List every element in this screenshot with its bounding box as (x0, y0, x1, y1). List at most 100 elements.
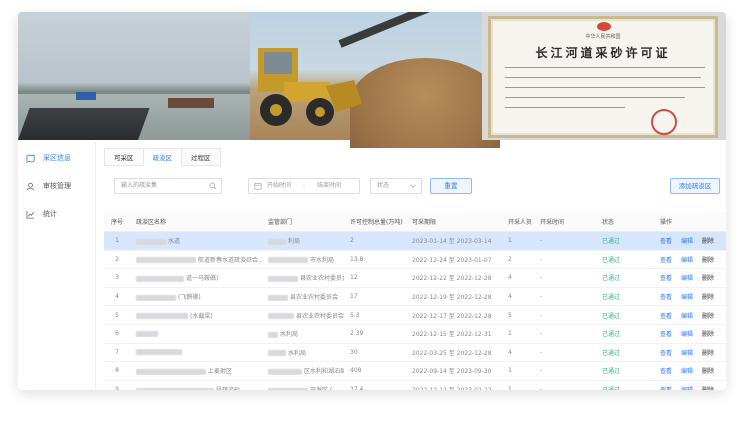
user-icon (26, 182, 35, 190)
view-button[interactable]: 查看 (660, 368, 672, 375)
status-badge: 已通过 (602, 238, 621, 246)
redacted-text (268, 387, 308, 390)
view-button[interactable]: 查看 (660, 331, 672, 338)
edit-button[interactable]: 编辑 (681, 313, 693, 320)
header-quota: 许可控制总量(万吨) (350, 219, 403, 226)
cell-dept-text: 县农业农村委员会 (300, 275, 344, 283)
table-row[interactable]: 9 段疏浚砂... 开发区 (... 37.4 2022-12-12 至 2023-02… (104, 381, 726, 390)
cell-staff: 4 (508, 348, 512, 356)
delete-button[interactable]: 删除 (702, 368, 714, 375)
edit-button[interactable]: 编辑 (681, 294, 693, 301)
sidebar-item-review[interactable]: 审核管理 (18, 174, 95, 198)
cell-time: - (540, 274, 543, 282)
cell-no: 8 (115, 367, 119, 375)
sand-loader-photo (250, 12, 500, 148)
cell-no: 5 (115, 311, 119, 319)
cell-time: - (540, 311, 543, 319)
cell-name-text: 上麦射区 (208, 368, 233, 376)
table-row[interactable]: 1 水道 利局 2 2023-01-14 至 2023-03-14 1 - 已通过 查看 编辑 删除 (104, 232, 726, 251)
cell-name: 水道 (130, 236, 262, 245)
cell-quota: 5.3 (350, 311, 360, 319)
cell-staff: 1 (508, 330, 512, 338)
delete-button[interactable]: 删除 (702, 257, 714, 264)
cell-quota: 2.39 (350, 330, 364, 338)
edit-button[interactable]: 编辑 (681, 238, 693, 245)
add-dredging-area-button[interactable]: 添加疏浚区 (670, 178, 720, 194)
tab-dredging-area[interactable]: 疏浚区 (142, 148, 181, 166)
edit-button[interactable]: 编辑 (681, 275, 693, 282)
cell-actions: 查看 编辑 删除 (654, 329, 726, 338)
redacted-text (136, 349, 182, 356)
cell-quota: 12 (350, 274, 358, 282)
cell-staff: 5 (508, 311, 512, 319)
cell-name: (飞鹅礁) (130, 292, 262, 301)
redacted-text (136, 294, 176, 301)
view-button[interactable]: 查看 (660, 387, 672, 390)
cell-actions: 查看 编辑 删除 (654, 255, 726, 264)
view-button[interactable]: 查看 (660, 238, 672, 245)
redacted-text (268, 368, 302, 375)
cell-name-text: 航道新春水道疏浚综合... (198, 256, 262, 264)
name-search-input[interactable]: 输入的疏浚集 (114, 178, 222, 194)
table-row[interactable]: 4 (飞鹅礁) 县农业农村委员会 17 2022-12-19 至 2022-12-28 4… (104, 288, 726, 307)
table-row[interactable]: 2 航道新春水道疏浚综合... 市水利局 13.8 2022-12-24 至 2023-… (104, 251, 726, 270)
edit-button[interactable]: 编辑 (681, 368, 693, 375)
delete-button[interactable]: 删除 (702, 313, 714, 320)
cell-period: 2022-03-25 至 2022-12-28 (412, 349, 492, 357)
cell-period: 2022-12-15 至 2022-12-31 (412, 331, 492, 339)
cell-staff: 2 (508, 255, 512, 263)
header-staff: 开采人员 (508, 219, 533, 226)
date-range-separator: - (302, 182, 306, 189)
cell-quota: 17 (350, 293, 358, 301)
cell-name-text: 道一马鞍礁) (186, 275, 219, 283)
edit-button[interactable]: 编辑 (681, 350, 693, 357)
delete-button[interactable]: 删除 (702, 387, 714, 390)
cell-dept-text: 县农业农村委员会 (290, 294, 339, 302)
table-row[interactable]: 3 道一马鞍礁) 县农业农村委员会 12 2022-12-22 至 2022-12-28… (104, 269, 726, 288)
cell-name-text: (飞鹅礁) (178, 294, 201, 302)
tab-process-area[interactable]: 过程区 (181, 148, 221, 166)
redacted-text (268, 294, 288, 301)
reset-button[interactable]: 重置 (430, 178, 472, 194)
delete-button[interactable]: 删除 (702, 275, 714, 282)
cell-quota: 13.8 (350, 255, 364, 263)
delete-button[interactable]: 删除 (702, 238, 714, 245)
redacted-text (136, 313, 188, 320)
view-button[interactable]: 查看 (660, 275, 672, 282)
license-certificate-photo: 中华人民共和国 长江河道采砂许可证 (482, 12, 726, 140)
edit-button[interactable]: 编辑 (681, 387, 693, 390)
date-range-picker[interactable]: 开始时间 - 结束时间 (248, 178, 360, 194)
delete-button[interactable]: 删除 (702, 331, 714, 338)
view-button[interactable]: 查看 (660, 313, 672, 320)
table-row[interactable]: 6 水利局 2.39 2022-12-15 至 2022-12-31 1 - 已通过 查看 编辑… (104, 325, 726, 344)
view-button[interactable]: 查看 (660, 350, 672, 357)
sidebar-item-statistics[interactable]: 统计 (18, 202, 95, 226)
view-button[interactable]: 查看 (660, 294, 672, 301)
table-row[interactable]: 7 水利局 30 2022-03-25 至 2022-12-28 4 - 已通过 查看 编辑 删除 (104, 344, 726, 363)
delete-button[interactable]: 删除 (702, 294, 714, 301)
redacted-text (136, 387, 214, 390)
search-icon (209, 182, 217, 190)
status-badge: 已通过 (596, 385, 654, 390)
cell-name (130, 330, 262, 337)
redacted-text (268, 275, 298, 282)
tab-minable-area[interactable]: 可采区 (104, 148, 143, 166)
table-row[interactable]: 5 (水截梁) 县农业农村委员会 5.3 2022-12-17 至 2022-12-28… (104, 306, 726, 325)
sidebar-item-mining-areas[interactable]: 采区信息 (18, 146, 95, 170)
table-row[interactable]: 8 上麦射区 区水利和湖泊局 408 2022-09-14 至 2023-09-30 1 -… (104, 362, 726, 381)
cell-staff: 1 (508, 386, 512, 390)
cell-dept: 区水利和湖泊局 (262, 366, 344, 375)
certificate-title: 长江河道采砂许可证 (535, 46, 671, 60)
edit-button[interactable]: 编辑 (681, 331, 693, 338)
delete-button[interactable]: 删除 (702, 350, 714, 357)
status-select[interactable]: 状态 (370, 178, 422, 194)
edit-button[interactable]: 编辑 (681, 257, 693, 264)
view-button[interactable]: 查看 (660, 257, 672, 264)
status-badge: 已通过 (602, 275, 621, 283)
cell-dept: 水利局 (262, 348, 344, 357)
cell-name: 段疏浚砂... (130, 385, 262, 390)
redacted-text (268, 350, 286, 357)
redacted-text (136, 330, 158, 337)
main-content: 可采区 疏浚区 过程区 输入的疏浚集 开始时间 - 结束时间 状态 重置 添加疏… (104, 148, 726, 390)
status-badge: 已通过 (602, 256, 621, 264)
